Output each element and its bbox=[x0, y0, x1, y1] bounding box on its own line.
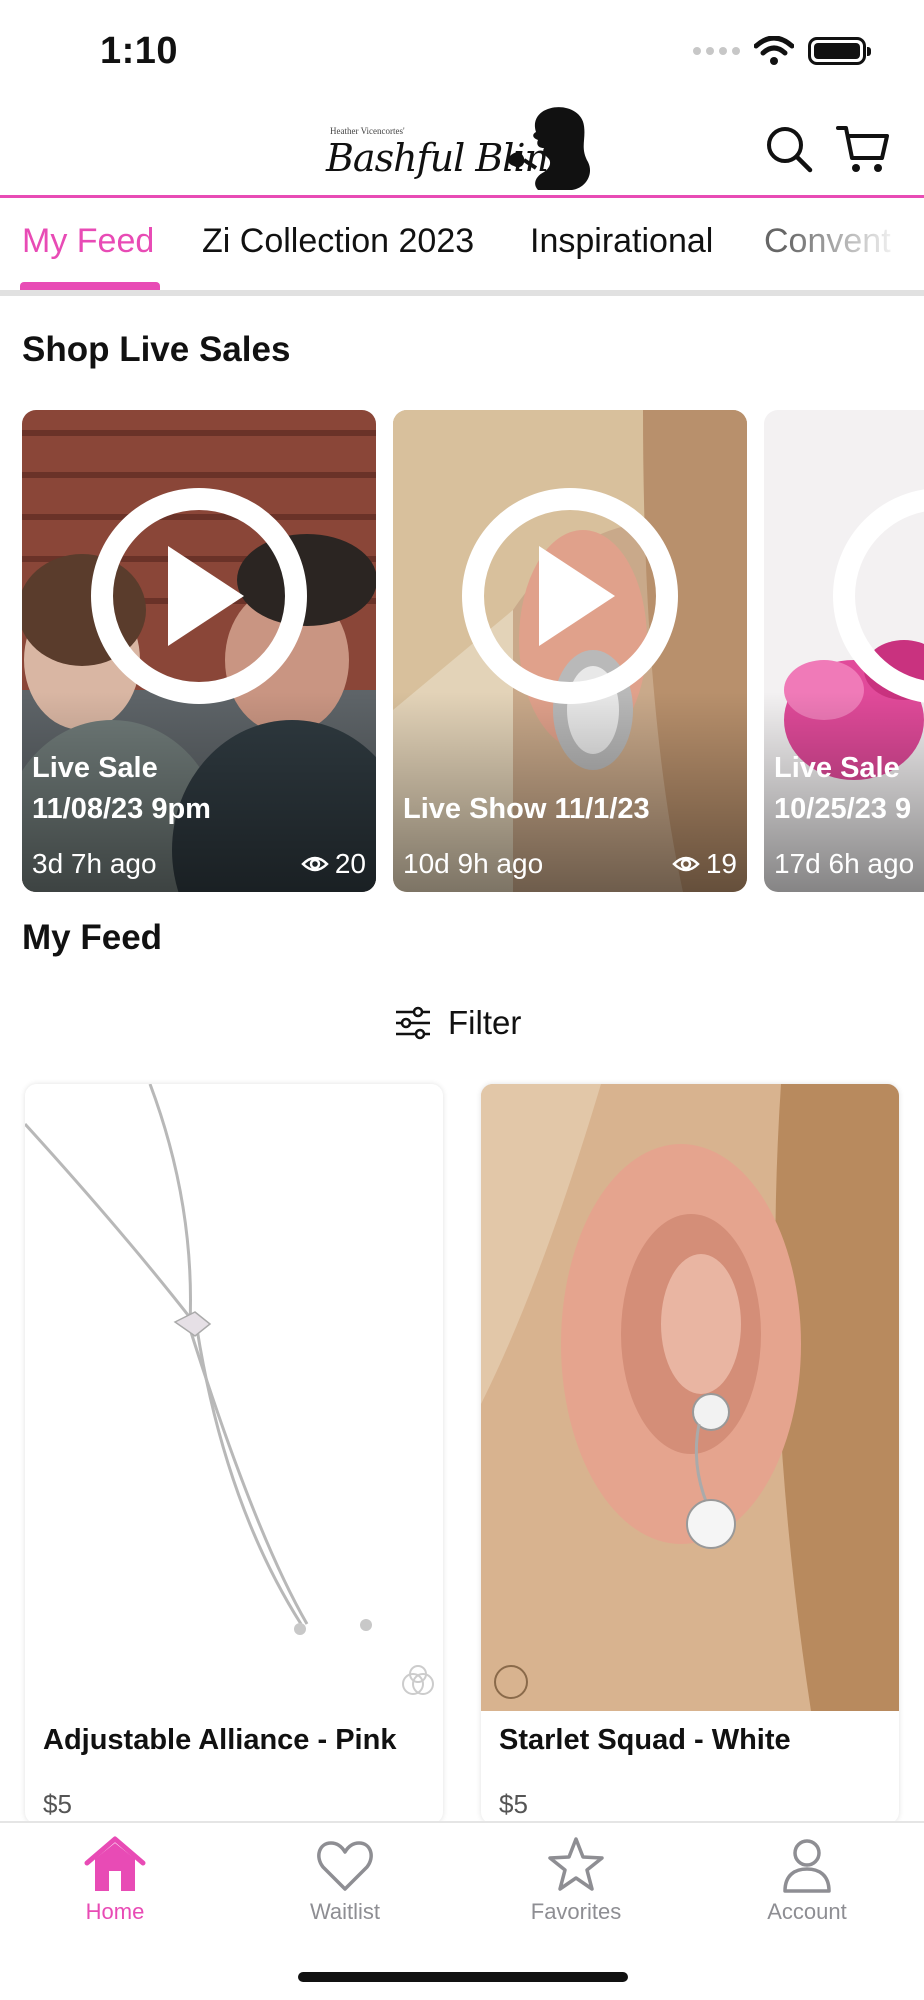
signal-icon bbox=[693, 47, 740, 55]
live-sale-views: 20 bbox=[301, 848, 366, 880]
search-button[interactable] bbox=[762, 122, 816, 176]
app-header: Heather Vicencortes' Bashful Bling bbox=[0, 100, 924, 198]
nav-home-label: Home bbox=[85, 1899, 145, 1924]
live-sale-age: 3d 7h ago bbox=[32, 848, 157, 879]
product-card[interactable]: Starlet Squad - White $5 bbox=[481, 1084, 899, 1824]
brand-logo[interactable]: Heather Vicencortes' Bashful Bling bbox=[322, 104, 602, 192]
nav-favorites[interactable]: Favorites bbox=[496, 1835, 656, 1945]
home-icon bbox=[84, 1836, 146, 1891]
category-tabs: My Feed Zi Collection 2023 Inspirational… bbox=[0, 200, 924, 296]
nav-home[interactable]: Home bbox=[35, 1835, 195, 1945]
wifi-icon bbox=[754, 36, 794, 65]
nav-waitlist[interactable]: Waitlist bbox=[265, 1835, 425, 1945]
active-tab-indicator bbox=[20, 282, 160, 290]
view-count: 19 bbox=[705, 848, 737, 879]
person-icon bbox=[783, 1839, 831, 1893]
live-sale-card[interactable]: Live Sale 10/25/23 9 17d 6h ago bbox=[764, 410, 924, 892]
product-price: $5 bbox=[43, 1789, 72, 1819]
live-sale-title: Live Sale 10/25/23 9 bbox=[774, 752, 912, 825]
status-bar: 1:10 bbox=[0, 0, 924, 100]
home-indicator[interactable] bbox=[298, 1972, 628, 1982]
nav-account[interactable]: Account bbox=[727, 1835, 887, 1945]
star-icon bbox=[548, 1837, 604, 1891]
nav-favorites-label: Favorites bbox=[530, 1899, 622, 1924]
product-price: $5 bbox=[499, 1789, 528, 1819]
eye-icon bbox=[301, 856, 329, 872]
logo-tagline: Heather Vicencortes' bbox=[330, 126, 405, 136]
live-sale-title: Live Sale 11/08/23 9pm bbox=[32, 752, 211, 825]
product-name: Adjustable Alliance - Pink bbox=[43, 1724, 397, 1756]
status-icons bbox=[693, 36, 871, 66]
eye-icon bbox=[672, 856, 700, 872]
search-icon bbox=[767, 127, 813, 173]
status-time: 1:10 bbox=[100, 30, 179, 72]
product-name: Starlet Squad - White bbox=[499, 1724, 791, 1756]
view-count: 20 bbox=[334, 848, 366, 879]
nav-waitlist-label: Waitlist bbox=[309, 1899, 381, 1924]
heart-icon bbox=[317, 1841, 373, 1891]
play-icon[interactable] bbox=[168, 546, 244, 646]
live-sale-views: 19 bbox=[672, 848, 737, 880]
tab-overflow-fade bbox=[784, 200, 924, 290]
tab-inspirational[interactable]: Inspirational bbox=[530, 222, 713, 261]
cart-button[interactable] bbox=[836, 122, 890, 176]
my-feed-heading: My Feed bbox=[22, 918, 163, 957]
live-sale-card[interactable]: Live Show 11/1/23 10d 9h ago 19 bbox=[393, 410, 747, 892]
product-card[interactable]: Adjustable Alliance - Pink $5 bbox=[25, 1084, 443, 1824]
filter-label: Filter bbox=[448, 1004, 522, 1041]
tab-zi-collection-2023[interactable]: Zi Collection 2023 bbox=[202, 222, 474, 261]
live-sale-card[interactable]: Live Sale 11/08/23 9pm 3d 7h ago 20 bbox=[22, 410, 376, 892]
live-sale-age: 17d 6h ago bbox=[774, 848, 915, 879]
play-icon[interactable] bbox=[539, 546, 615, 646]
nav-account-label: Account bbox=[767, 1899, 847, 1924]
live-sale-age: 10d 9h ago bbox=[403, 848, 544, 879]
product-image bbox=[25, 1084, 443, 1711]
battery-icon bbox=[808, 37, 871, 65]
cart-icon bbox=[836, 126, 889, 172]
product-image bbox=[481, 1084, 899, 1711]
filter-button[interactable]: Filter bbox=[394, 998, 521, 1048]
tab-my-feed[interactable]: My Feed bbox=[22, 222, 154, 261]
woman-silhouette-icon bbox=[507, 107, 591, 190]
sliders-icon bbox=[396, 1006, 430, 1040]
live-sales-heading: Shop Live Sales bbox=[22, 330, 291, 369]
live-sale-title: Live Show 11/1/23 bbox=[403, 793, 650, 825]
live-sales-carousel[interactable]: Live Sale 11/08/23 9pm 3d 7h ago 20 Live… bbox=[0, 410, 924, 892]
